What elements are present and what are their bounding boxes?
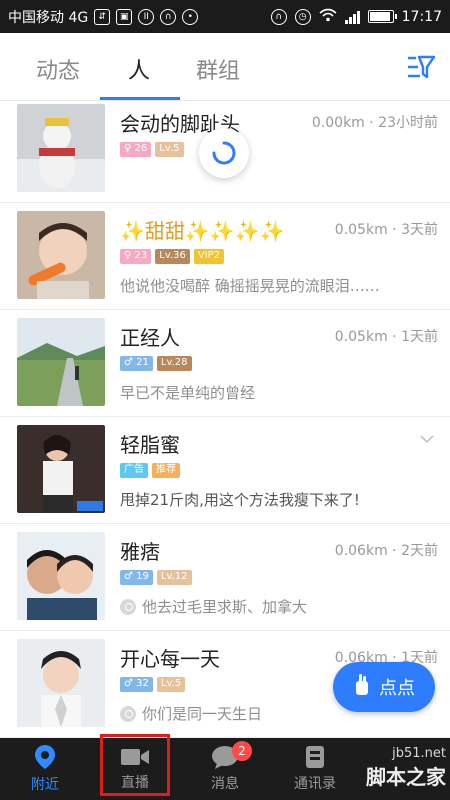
- pause-icon: II: [138, 8, 155, 25]
- user-signature: 他去过毛里求斯、加拿大: [120, 596, 307, 617]
- chevron-down-icon[interactable]: [420, 431, 434, 445]
- list-item[interactable]: 正经人 0.05km · 1天前 ♂ 21 Lv.28 早已不是单纯的曾经: [0, 310, 450, 417]
- level-badge: Lv.5: [156, 677, 186, 692]
- tab-groups[interactable]: 群组: [196, 53, 240, 85]
- avatar: [17, 318, 105, 406]
- user-signature: 早已不是单纯的曾经: [120, 384, 256, 402]
- distance-time: 0.00km · 23小时前: [311, 115, 438, 131]
- gender-age-badge: ♂ 19: [120, 570, 153, 585]
- nav-contacts[interactable]: 通讯录: [270, 738, 360, 800]
- nav-messages[interactable]: 消息 2: [180, 738, 270, 800]
- location-pin-icon: [35, 745, 55, 769]
- highlight-box: [100, 734, 170, 796]
- user-name: 正经人: [120, 326, 180, 350]
- tab-dongtai[interactable]: 动态: [36, 53, 80, 85]
- avatar: [17, 532, 105, 620]
- fab-label: 点点: [379, 678, 415, 699]
- user-name: 雅痞: [120, 540, 160, 564]
- nav-label: 消息: [211, 776, 239, 792]
- carrier-label: 中国移动 4G: [8, 9, 89, 26]
- level-badge: Lv.28: [156, 356, 192, 371]
- user-name: 开心每一天: [120, 647, 220, 671]
- distance-time: 0.06km · 2天前: [334, 543, 438, 559]
- gender-age-badge: ♂ 21: [120, 356, 153, 371]
- nav-label: 通讯录: [294, 776, 336, 792]
- nav-label: 附近: [31, 777, 59, 793]
- level-badge: Lv.36: [155, 249, 190, 264]
- user-signature: 他说他没喝醉 确摇摇晃晃的流眼泪……: [120, 277, 380, 295]
- wifi-icon: [319, 8, 337, 26]
- distance-time: 0.05km · 3天前: [334, 222, 438, 238]
- watermark-url: jb51.net: [392, 746, 446, 761]
- level-badge: Lv.12: [156, 570, 192, 585]
- status-bar: 中国移动 4G ⇵ ▣ II ∩ • ∩ ◷ 17:17: [0, 0, 450, 33]
- nav-nearby[interactable]: 附近: [0, 738, 90, 800]
- watermark: jb51.net 脚本之家: [366, 746, 446, 790]
- hand-icon: [353, 673, 371, 702]
- active-tab-indicator: [100, 97, 180, 100]
- avatar: [17, 425, 105, 513]
- image-icon: ▣: [116, 8, 133, 25]
- top-tabs: 动态 人 群组: [0, 33, 450, 101]
- unread-count-badge: 2: [232, 741, 252, 761]
- user-name: ✨甜甜✨✨✨✨: [120, 219, 285, 243]
- ad-title: 轻脂蜜: [120, 433, 180, 457]
- alarm-icon: ◷: [294, 8, 311, 25]
- user-signature: 你们是同一天生日: [120, 703, 262, 724]
- avatar: [17, 104, 105, 192]
- dian-dian-button[interactable]: 点点: [333, 662, 435, 712]
- gender-age-badge: ♀ 26: [120, 142, 152, 157]
- ad-text: 甩掉21斤肉,用这个方法我瘦下来了!: [120, 491, 360, 509]
- headset-icon: ∩: [160, 8, 177, 25]
- vip-badge: VIP2: [193, 249, 225, 264]
- birthday-icon: [120, 705, 136, 722]
- watermark-brand: 脚本之家: [366, 765, 446, 789]
- headphone-icon: ∩: [270, 8, 287, 25]
- loading-spinner: [199, 128, 249, 178]
- chat-icon: •: [182, 8, 199, 25]
- signal-icon: [344, 10, 360, 24]
- sim-icon: ⇵: [94, 8, 111, 25]
- contacts-icon: [306, 746, 324, 768]
- level-badge: Lv.5: [155, 142, 184, 157]
- battery-icon: [367, 10, 397, 23]
- clock: 17:17: [401, 8, 442, 25]
- ad-item[interactable]: 轻脂蜜 广告 推荐 甩掉21斤肉,用这个方法我瘦下来了!: [0, 417, 450, 524]
- gender-age-badge: ♂ 32: [120, 677, 153, 692]
- list-item[interactable]: ✨甜甜✨✨✨✨ 0.05km · 3天前 ♀ 23 Lv.36 VIP2 他说他…: [0, 203, 450, 310]
- recommend-badge: 推荐: [152, 463, 180, 478]
- list-item[interactable]: 雅痞 0.06km · 2天前 ♂ 19 Lv.12 他去过毛里求斯、加拿大: [0, 524, 450, 631]
- distance-time: 0.05km · 1天前: [334, 329, 438, 345]
- people-list: 会动的脚趾头 0.00km · 23小时前 ♀ 26 Lv.5 ✨甜甜✨✨✨✨ …: [0, 102, 450, 738]
- gender-age-badge: ♀ 23: [120, 249, 152, 264]
- tab-people[interactable]: 人: [128, 53, 150, 85]
- avatar: [17, 211, 105, 299]
- location-icon: [120, 598, 136, 615]
- filter-icon[interactable]: [406, 53, 436, 81]
- avatar: [17, 639, 105, 727]
- ad-badge: 广告: [120, 463, 148, 478]
